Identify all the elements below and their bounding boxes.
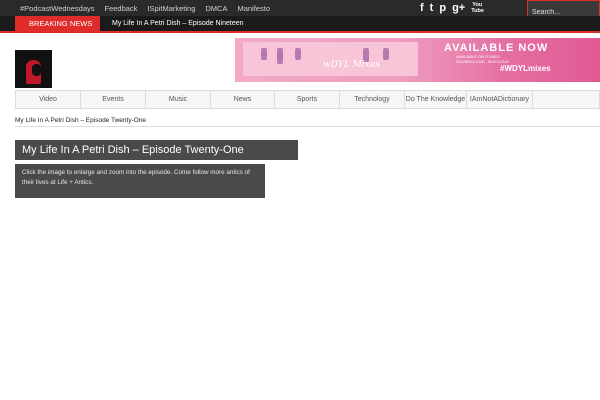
googleplus-icon[interactable]: g+ bbox=[452, 1, 465, 15]
top-nav-manifesto-link[interactable]: Manifesto bbox=[237, 4, 270, 13]
search-box bbox=[527, 0, 600, 20]
banner-available: AVAILABLE NOW AVAILABLE ON ITUNES SOUNDC… bbox=[420, 42, 600, 78]
site-logo[interactable] bbox=[15, 50, 52, 88]
banner-art bbox=[295, 48, 301, 60]
nav-item-technology[interactable]: Technology bbox=[340, 91, 405, 108]
nav-item-iamnotadictionary[interactable]: IAmNotADictionary bbox=[467, 91, 533, 108]
pinterest-icon[interactable]: p bbox=[439, 1, 446, 15]
nav-item-sports[interactable]: Sports bbox=[275, 91, 340, 108]
top-nav: #PodcastWednesdays Feedback ISpitMarketi… bbox=[20, 0, 270, 16]
top-nav-feedback-link[interactable]: Feedback bbox=[105, 4, 138, 13]
nav-item-news[interactable]: News bbox=[211, 91, 275, 108]
facebook-icon[interactable]: f bbox=[420, 1, 424, 15]
youtube-icon[interactable]: You Tube bbox=[471, 2, 484, 14]
top-nav-ispitmarketing-link[interactable]: ISpitMarketing bbox=[147, 4, 195, 13]
logo-figure-shadow bbox=[32, 64, 41, 76]
banner-hashtag: #WDYLmixes bbox=[500, 64, 551, 73]
top-nav-dmca-link[interactable]: DMCA bbox=[205, 4, 227, 13]
banner-art bbox=[277, 48, 283, 64]
top-bar: #PodcastWednesdays Feedback ISpitMarketi… bbox=[0, 0, 600, 20]
breaking-news-label: BREAKING NEWS bbox=[15, 16, 100, 31]
nav-item-video[interactable]: Video bbox=[16, 91, 81, 108]
breaking-news-headline[interactable]: My Life In A Petri Dish – Episode Ninete… bbox=[112, 16, 244, 31]
main-nav: Video Events Music News Sports Technolog… bbox=[15, 90, 600, 109]
top-nav-podcast-link[interactable]: #PodcastWednesdays bbox=[20, 4, 95, 13]
nav-item-music[interactable]: Music bbox=[146, 91, 211, 108]
banner-art bbox=[383, 48, 389, 60]
banner-card: wDYL Mixes bbox=[243, 42, 418, 76]
nav-item-events[interactable]: Events bbox=[81, 91, 146, 108]
banner-art bbox=[261, 48, 267, 60]
twitter-icon[interactable]: t bbox=[430, 1, 434, 15]
banner-available-title: AVAILABLE NOW bbox=[444, 42, 549, 54]
breaking-news-bar: BREAKING NEWS My Life In A Petri Dish – … bbox=[0, 16, 600, 33]
social-links: f t p g+ You Tube bbox=[420, 1, 484, 15]
breadcrumb: My Life In A Petri Dish – Episode Twenty… bbox=[15, 117, 600, 127]
post-description: Click the image to enlarge and zoom into… bbox=[15, 164, 265, 198]
banner-card-text: wDYL Mixes bbox=[323, 60, 380, 70]
ad-banner[interactable]: wDYL Mixes AVAILABLE NOW AVAILABLE ON IT… bbox=[235, 38, 600, 82]
nav-item-do-the-knowledge[interactable]: Do The Knowledge bbox=[405, 91, 467, 108]
post-title: My Life In A Petri Dish – Episode Twenty… bbox=[15, 140, 298, 160]
